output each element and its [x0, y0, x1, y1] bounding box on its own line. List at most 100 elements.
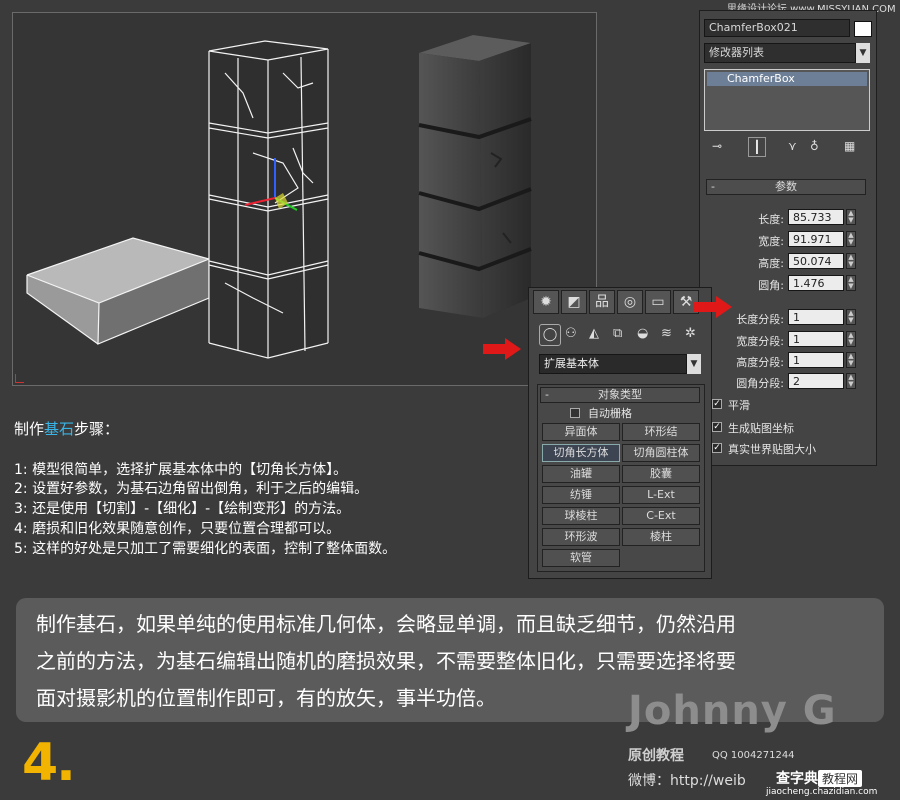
motion-tab-icon[interactable]: ◎: [617, 290, 643, 314]
spinner-icon[interactable]: ▲ ▼: [846, 275, 856, 291]
helpers-icon[interactable]: ◒: [637, 326, 648, 341]
viewport-axis-icon: [15, 374, 24, 383]
object-type-button[interactable]: 环形波: [542, 528, 620, 546]
viewport[interactable]: [12, 12, 597, 386]
cameras-icon[interactable]: ⧉: [613, 326, 622, 341]
pin-stack-icon[interactable]: ⊸: [712, 139, 722, 153]
object-type-button[interactable]: 纺锤: [542, 486, 620, 504]
hierarchy-tab-icon[interactable]: 品: [589, 290, 615, 314]
summary-line: 制作基石，如果单纯的使用标准几何体，会略显单调，而且缺乏细节，仍然沿用: [36, 612, 736, 636]
remove-modifier-icon[interactable]: ♁: [810, 139, 819, 153]
checkbox-box[interactable]: ✓: [712, 399, 722, 409]
steps-title: 制作基石步骤：: [14, 418, 119, 439]
step-number: 4.: [22, 733, 76, 793]
steps-title-suffix: 步骤：: [74, 420, 120, 438]
param-row: 长度: 85.733 ▲ ▼: [700, 209, 876, 227]
param-input[interactable]: 91.971: [788, 231, 844, 247]
steps-title-highlight: 基石: [44, 420, 75, 438]
param-input[interactable]: 1.476: [788, 275, 844, 291]
display-tab-icon[interactable]: ▭: [645, 290, 671, 314]
chamfer-box-model: [26, 237, 211, 345]
param-label: 宽度分段:: [736, 335, 784, 348]
create-panel: ✹ ◩ 品 ◎ ▭ ⚒ ◯ ⚇ ◭ ⧉ ◒ ≋ ✲ 扩展基本体 ▼ - 对象类型…: [528, 287, 712, 579]
chevron-down-icon[interactable]: ▼: [856, 43, 870, 63]
param-input[interactable]: 1: [788, 352, 844, 368]
checkbox-label: 生成贴图坐标: [728, 422, 794, 435]
object-type-button[interactable]: C-Ext: [622, 507, 700, 525]
checkbox-label: 真实世界贴图大小: [728, 443, 816, 456]
object-type-button[interactable]: 胶囊: [622, 465, 700, 483]
configure-sets-icon[interactable]: ▦: [844, 139, 855, 153]
object-type-button[interactable]: 环形结: [622, 423, 700, 441]
param-input[interactable]: 1: [788, 309, 844, 325]
step-item: 4: 磨损和旧化效果随意创作，只要位置合理都可以。: [14, 521, 341, 537]
geometry-icon[interactable]: ◯: [539, 324, 561, 346]
stack-item-chamferbox[interactable]: ChamferBox: [707, 72, 867, 86]
checkbox-box[interactable]: ✓: [712, 422, 722, 432]
object-type-rollout-header[interactable]: - 对象类型: [540, 387, 700, 403]
rendered-stack-model: [418, 35, 532, 318]
object-type-button[interactable]: 异面体: [542, 423, 620, 441]
steps-title-prefix: 制作: [14, 420, 45, 438]
checkbox-box[interactable]: ✓: [712, 443, 722, 453]
make-unique-icon[interactable]: ⋎: [788, 139, 797, 153]
checkbox-label: 平滑: [728, 399, 750, 412]
object-name-field[interactable]: ChamferBox021: [704, 19, 850, 37]
object-type-button[interactable]: 球棱柱: [542, 507, 620, 525]
object-type-button[interactable]: 棱柱: [622, 528, 700, 546]
spinner-icon[interactable]: ▲ ▼: [846, 331, 856, 347]
step-item: 3: 还是使用【切割】-【细化】-【绘制变形】的方法。: [14, 501, 351, 517]
show-end-result-icon[interactable]: ┃: [748, 137, 766, 157]
step-item: 1: 模型很简单，选择扩展基本体中的【切角长方体】。: [14, 462, 348, 478]
object-type-button[interactable]: 切角长方体: [542, 444, 620, 462]
param-label: 长度分段:: [736, 313, 784, 326]
object-type-title: 对象类型: [598, 388, 642, 401]
param-input[interactable]: 50.074: [788, 253, 844, 269]
space-warps-icon[interactable]: ≋: [661, 326, 672, 341]
lights-icon[interactable]: ◭: [589, 326, 599, 341]
red-arrow-icon: [694, 296, 732, 318]
object-type-button[interactable]: 油罐: [542, 465, 620, 483]
param-input[interactable]: 2: [788, 373, 844, 389]
brand-logo: Johnny G: [628, 688, 837, 734]
watermark-url: jiaocheng.chazidian.com: [766, 787, 878, 797]
spinner-icon[interactable]: ▲ ▼: [846, 231, 856, 247]
brand-subtitle: 原创教程: [628, 748, 684, 764]
spinner-icon[interactable]: ▲ ▼: [846, 309, 856, 325]
param-row: 宽度分段: 1 ▲ ▼: [700, 331, 876, 349]
stack-toolbar: ⊸ ┃ ⋎ ♁ ▦: [704, 137, 872, 157]
spinner-icon[interactable]: ▲ ▼: [846, 352, 856, 368]
param-row: 宽度: 91.971 ▲ ▼: [700, 231, 876, 249]
spinner-icon[interactable]: ▲ ▼: [846, 253, 856, 269]
object-category-dropdown[interactable]: 扩展基本体: [539, 354, 687, 374]
category-toolbar: ◯ ⚇ ◭ ⧉ ◒ ≋ ✲: [539, 324, 707, 346]
modifier-stack[interactable]: ChamferBox: [704, 69, 870, 131]
autogrid-label: 自动栅格: [588, 407, 632, 420]
spinner-icon[interactable]: ▲ ▼: [846, 209, 856, 225]
modifier-list-dropdown[interactable]: 修改器列表: [704, 43, 856, 63]
create-tab-icon[interactable]: ✹: [533, 290, 559, 314]
param-input[interactable]: 1: [788, 331, 844, 347]
params-rollout-header[interactable]: - 参数: [706, 179, 866, 195]
object-type-button[interactable]: 切角圆柱体: [622, 444, 700, 462]
param-label: 高度分段:: [736, 356, 784, 369]
param-label: 圆角:: [758, 279, 784, 292]
param-input[interactable]: 85.733: [788, 209, 844, 225]
shapes-icon[interactable]: ⚇: [565, 326, 577, 341]
param-label: 长度:: [758, 213, 784, 226]
object-type-button[interactable]: L-Ext: [622, 486, 700, 504]
object-type-button[interactable]: 软管: [542, 549, 620, 567]
modify-tab-icon[interactable]: ◩: [561, 290, 587, 314]
params-rollout-title: 参数: [775, 180, 797, 193]
brand-qq: QQ 1004271244: [712, 750, 795, 761]
param-label: 宽度:: [758, 235, 784, 248]
summary-line: 之前的方法，为基石编辑出随机的磨损效果，不需要整体旧化，只需要选择将要: [36, 649, 736, 673]
spinner-icon[interactable]: ▲ ▼: [846, 373, 856, 389]
red-arrow-icon: [483, 338, 521, 360]
object-color-swatch[interactable]: [854, 21, 872, 37]
watermark-badge: 教程网: [818, 770, 863, 787]
chevron-down-icon[interactable]: ▼: [687, 354, 701, 374]
systems-icon[interactable]: ✲: [685, 326, 696, 341]
viewport-scene: [26, 35, 532, 359]
checkbox-box[interactable]: [570, 408, 580, 418]
